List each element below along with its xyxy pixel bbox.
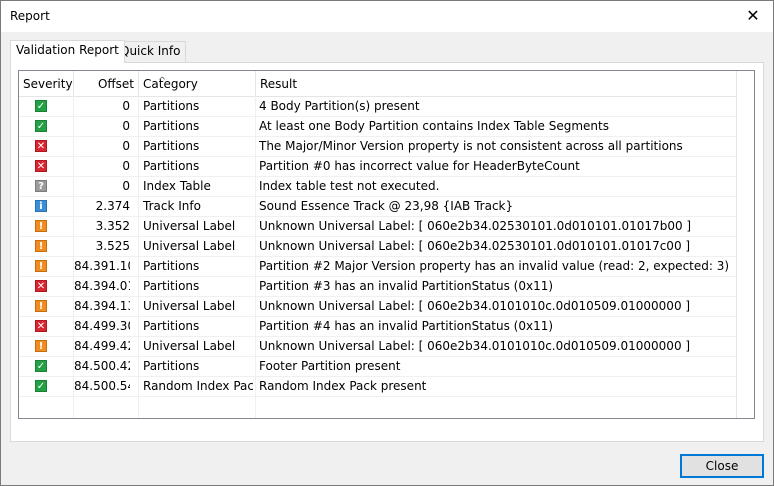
close-button[interactable]: Close <box>680 454 764 478</box>
tab-validation-report[interactable]: Validation Report <box>10 40 125 63</box>
offset-cell: 0 <box>122 179 130 193</box>
offset-cell: 84.394.010 <box>74 279 130 293</box>
result-cell: Unknown Universal Label: [ 060e2b34.0253… <box>259 219 692 233</box>
category-cell: Universal Label <box>143 219 236 233</box>
category-cell: Partitions <box>143 119 200 133</box>
table-row[interactable]: ✓ 0 Partitions 4 Body Partition(s) present <box>19 97 754 117</box>
offset-cell: 84.500.545 <box>74 379 130 393</box>
offset-cell: 84.391.106 <box>74 259 130 273</box>
offset-cell: 2.374 <box>95 199 130 213</box>
table-row[interactable]: ✕ 0 Partitions The Major/Minor Version prop… <box>19 137 754 157</box>
report-window: Report ✕ Validation Report Quick Info Se… <box>0 0 774 486</box>
table-row[interactable]: ! 3.525 Universal Label Unknown Universal L… <box>19 237 754 257</box>
vertical-scrollbar[interactable] <box>736 71 754 418</box>
warning-icon: ! <box>35 240 47 252</box>
offset-cell: 84.499.426 <box>74 339 130 353</box>
result-cell: Partition #0 has incorrect value for Hea… <box>259 159 580 173</box>
category-cell: Universal Label <box>143 299 236 313</box>
error-icon: ✕ <box>35 320 47 332</box>
window-title: Report <box>10 9 50 23</box>
result-cell: 4 Body Partition(s) present <box>259 99 420 113</box>
offset-cell: 0 <box>122 99 130 113</box>
table-row[interactable]: ! 84.499.426 Universal Label Unknown Univer… <box>19 337 754 357</box>
offset-cell: 3.525 <box>95 239 130 253</box>
tab-quick-info[interactable]: Quick Info <box>114 41 187 62</box>
offset-cell: 3.352 <box>95 219 130 233</box>
warning-icon: ! <box>35 340 47 352</box>
offset-cell: 0 <box>122 119 130 133</box>
result-cell: Unknown Universal Label: [ 060e2b34.0101… <box>259 339 691 353</box>
check-icon: ✓ <box>35 380 47 392</box>
column-header-result[interactable]: Result <box>256 71 736 96</box>
category-cell: Partitions <box>143 319 200 333</box>
table-row[interactable]: ✓ 84.500.421 Partitions Footer Partition pr… <box>19 357 754 377</box>
result-cell: Unknown Universal Label: [ 060e2b34.0101… <box>259 299 691 313</box>
category-cell: Universal Label <box>143 339 236 353</box>
warning-icon: ! <box>35 260 47 272</box>
result-cell: Partition #2 Major Version property has … <box>259 259 730 273</box>
offset-cell: 84.394.134 <box>74 299 130 313</box>
check-icon: ✓ <box>35 360 47 372</box>
column-header-offset-label: Offset <box>97 77 134 91</box>
category-cell: Partitions <box>143 259 200 273</box>
table-row[interactable]: ✓ 0 Partitions At least one Body Partition … <box>19 117 754 137</box>
close-icon[interactable]: ✕ <box>739 4 767 28</box>
report-list[interactable]: Severity ^ Offset Category Result ✓ 0 Part… <box>18 70 755 419</box>
table-row[interactable]: ✕ 84.394.010 Partitions Partition #3 has an… <box>19 277 754 297</box>
warning-icon: ! <box>35 220 47 232</box>
column-header-severity[interactable]: Severity <box>19 71 74 96</box>
table-row[interactable]: ! 84.394.134 Universal Label Unknown Univer… <box>19 297 754 317</box>
table-row[interactable]: ✕ 84.499.302 Partitions Partition #4 has an… <box>19 317 754 337</box>
category-cell: Partitions <box>143 99 200 113</box>
category-cell: Random Index Pack <box>143 379 253 393</box>
table-row[interactable]: i 2.374 Track Info Sound Essence Track @ 23… <box>19 197 754 217</box>
error-icon: ✕ <box>35 140 47 152</box>
category-cell: Universal Label <box>143 239 236 253</box>
result-cell: The Major/Minor Version property is not … <box>259 139 683 153</box>
result-cell: Partition #3 has an invalid PartitionSta… <box>259 279 554 293</box>
category-cell: Partitions <box>143 139 200 153</box>
table-row[interactable]: ! 84.391.106 Partitions Partition #2 Major … <box>19 257 754 277</box>
result-cell: Sound Essence Track @ 23,98 {IAB Track} <box>259 199 514 213</box>
result-cell: Index table test not executed. <box>259 179 440 193</box>
info-icon: i <box>35 200 47 212</box>
result-cell: Partition #4 has an invalid PartitionSta… <box>259 319 554 333</box>
offset-cell: 84.500.421 <box>74 359 130 373</box>
offset-cell: 0 <box>122 139 130 153</box>
offset-cell: 84.499.302 <box>74 319 130 333</box>
table-row[interactable]: ✕ 0 Partitions Partition #0 has incorrect v… <box>19 157 754 177</box>
table-row[interactable]: ! 3.352 Universal Label Unknown Universal L… <box>19 217 754 237</box>
category-cell: Track Info <box>143 199 201 213</box>
table-row[interactable]: ? 0 Index Table Index table test not execut… <box>19 177 754 197</box>
category-cell: Partitions <box>143 279 200 293</box>
result-cell: Random Index Pack present <box>259 379 427 393</box>
column-header-category[interactable]: Category <box>139 71 256 96</box>
question-icon: ? <box>35 180 47 192</box>
error-icon: ✕ <box>35 160 47 172</box>
offset-cell: 0 <box>122 159 130 173</box>
result-cell: At least one Body Partition contains Ind… <box>259 119 609 133</box>
result-cell: Unknown Universal Label: [ 060e2b34.0253… <box>259 239 691 253</box>
category-cell: Index Table <box>143 179 211 193</box>
error-icon: ✕ <box>35 280 47 292</box>
warning-icon: ! <box>35 300 47 312</box>
table-row[interactable]: ✓ 84.500.545 Random Index Pack Random Index… <box>19 377 754 397</box>
validation-report-panel: Severity ^ Offset Category Result ✓ 0 Part… <box>10 62 764 442</box>
category-cell: Partitions <box>143 359 200 373</box>
result-cell: Footer Partition present <box>259 359 401 373</box>
column-header-offset[interactable]: ^ Offset <box>74 71 166 96</box>
check-icon: ✓ <box>35 120 47 132</box>
title-bar: Report ✕ <box>1 1 773 32</box>
check-icon: ✓ <box>35 100 47 112</box>
list-header: Severity ^ Offset Category Result <box>19 71 754 97</box>
category-cell: Partitions <box>143 159 200 173</box>
